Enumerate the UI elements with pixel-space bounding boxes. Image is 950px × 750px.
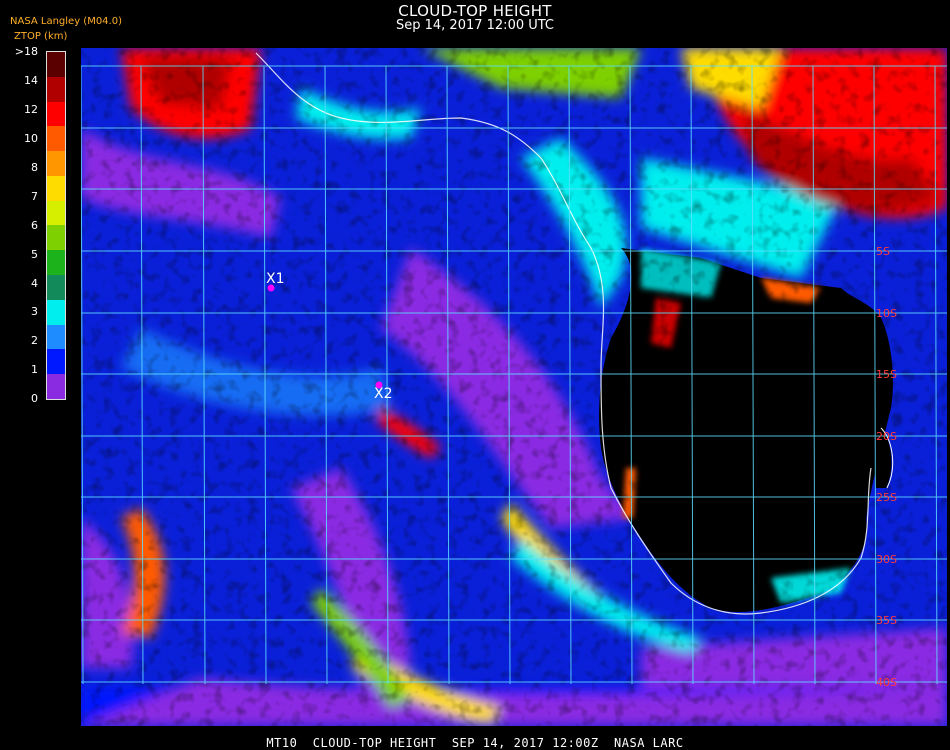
colorbar-tick-label: 5 [31, 247, 38, 261]
marker-label: X1 [266, 271, 285, 287]
colorbar-segment [47, 374, 65, 399]
colorbar-tick-label: 2 [31, 334, 38, 348]
colorbar-segment [47, 225, 65, 251]
colorbar-tick-label: >18 [14, 45, 38, 58]
colorbar-segment [47, 349, 65, 375]
noise-texture [81, 48, 947, 726]
colorbar-tick-label: 10 [24, 131, 38, 145]
colorbar-tick-label: 12 [24, 102, 38, 116]
colorbar-tick-label: 4 [31, 276, 38, 290]
colorbar-tick-label: 8 [31, 160, 38, 174]
colorbar-segment [47, 299, 65, 325]
header-subtitle: Sep 14, 2017 12:00 UTC [395, 18, 555, 33]
colorbar-tick-label: 6 [31, 218, 38, 232]
colorbar-tick-label: 1 [31, 363, 38, 377]
colorbar-segment [47, 101, 65, 127]
units-label: ZTOP (km) [14, 31, 68, 42]
colorbar-segment [47, 52, 65, 77]
latitude-label: 25S [876, 491, 897, 504]
latitude-label: 5S [876, 245, 890, 258]
satellite-map: 5S 10S 15S 20S 25S 30S 35S 40S X1 X2 [80, 48, 947, 726]
footer-caption: MT10 CLOUD-TOP HEIGHT SEP 14, 2017 12:00… [266, 736, 684, 750]
colorbar-segment [47, 324, 65, 350]
latitude-label: 15S [876, 368, 897, 381]
latitude-label: 35S [876, 614, 897, 627]
latitude-label: 30S [876, 553, 897, 566]
source-label: NASA Langley (M04.0) [10, 16, 122, 27]
latitude-label: 40S [876, 676, 897, 689]
colorbar-segment [47, 175, 65, 201]
colorbar-tick-label: 7 [31, 189, 38, 203]
colorbar-segment [47, 250, 65, 276]
colorbar-segment [47, 126, 65, 152]
colorbar-tick-label: 3 [31, 305, 38, 319]
latitude-label: 20S [876, 430, 897, 443]
colorbar-segment [47, 151, 65, 176]
cloud-top-height-map: 5S 10S 15S 20S 25S 30S 35S 40S X1 X2 [80, 48, 947, 726]
colorbar [46, 51, 66, 400]
colorbar-tick-label: 14 [24, 73, 38, 87]
marker-label: X2 [374, 386, 393, 402]
colorbar-segment [47, 76, 65, 102]
colorbar-tick-label: 0 [31, 392, 38, 406]
colorbar-segment [47, 200, 65, 226]
colorbar-segment [47, 275, 65, 300]
latitude-label: 10S [876, 307, 897, 320]
